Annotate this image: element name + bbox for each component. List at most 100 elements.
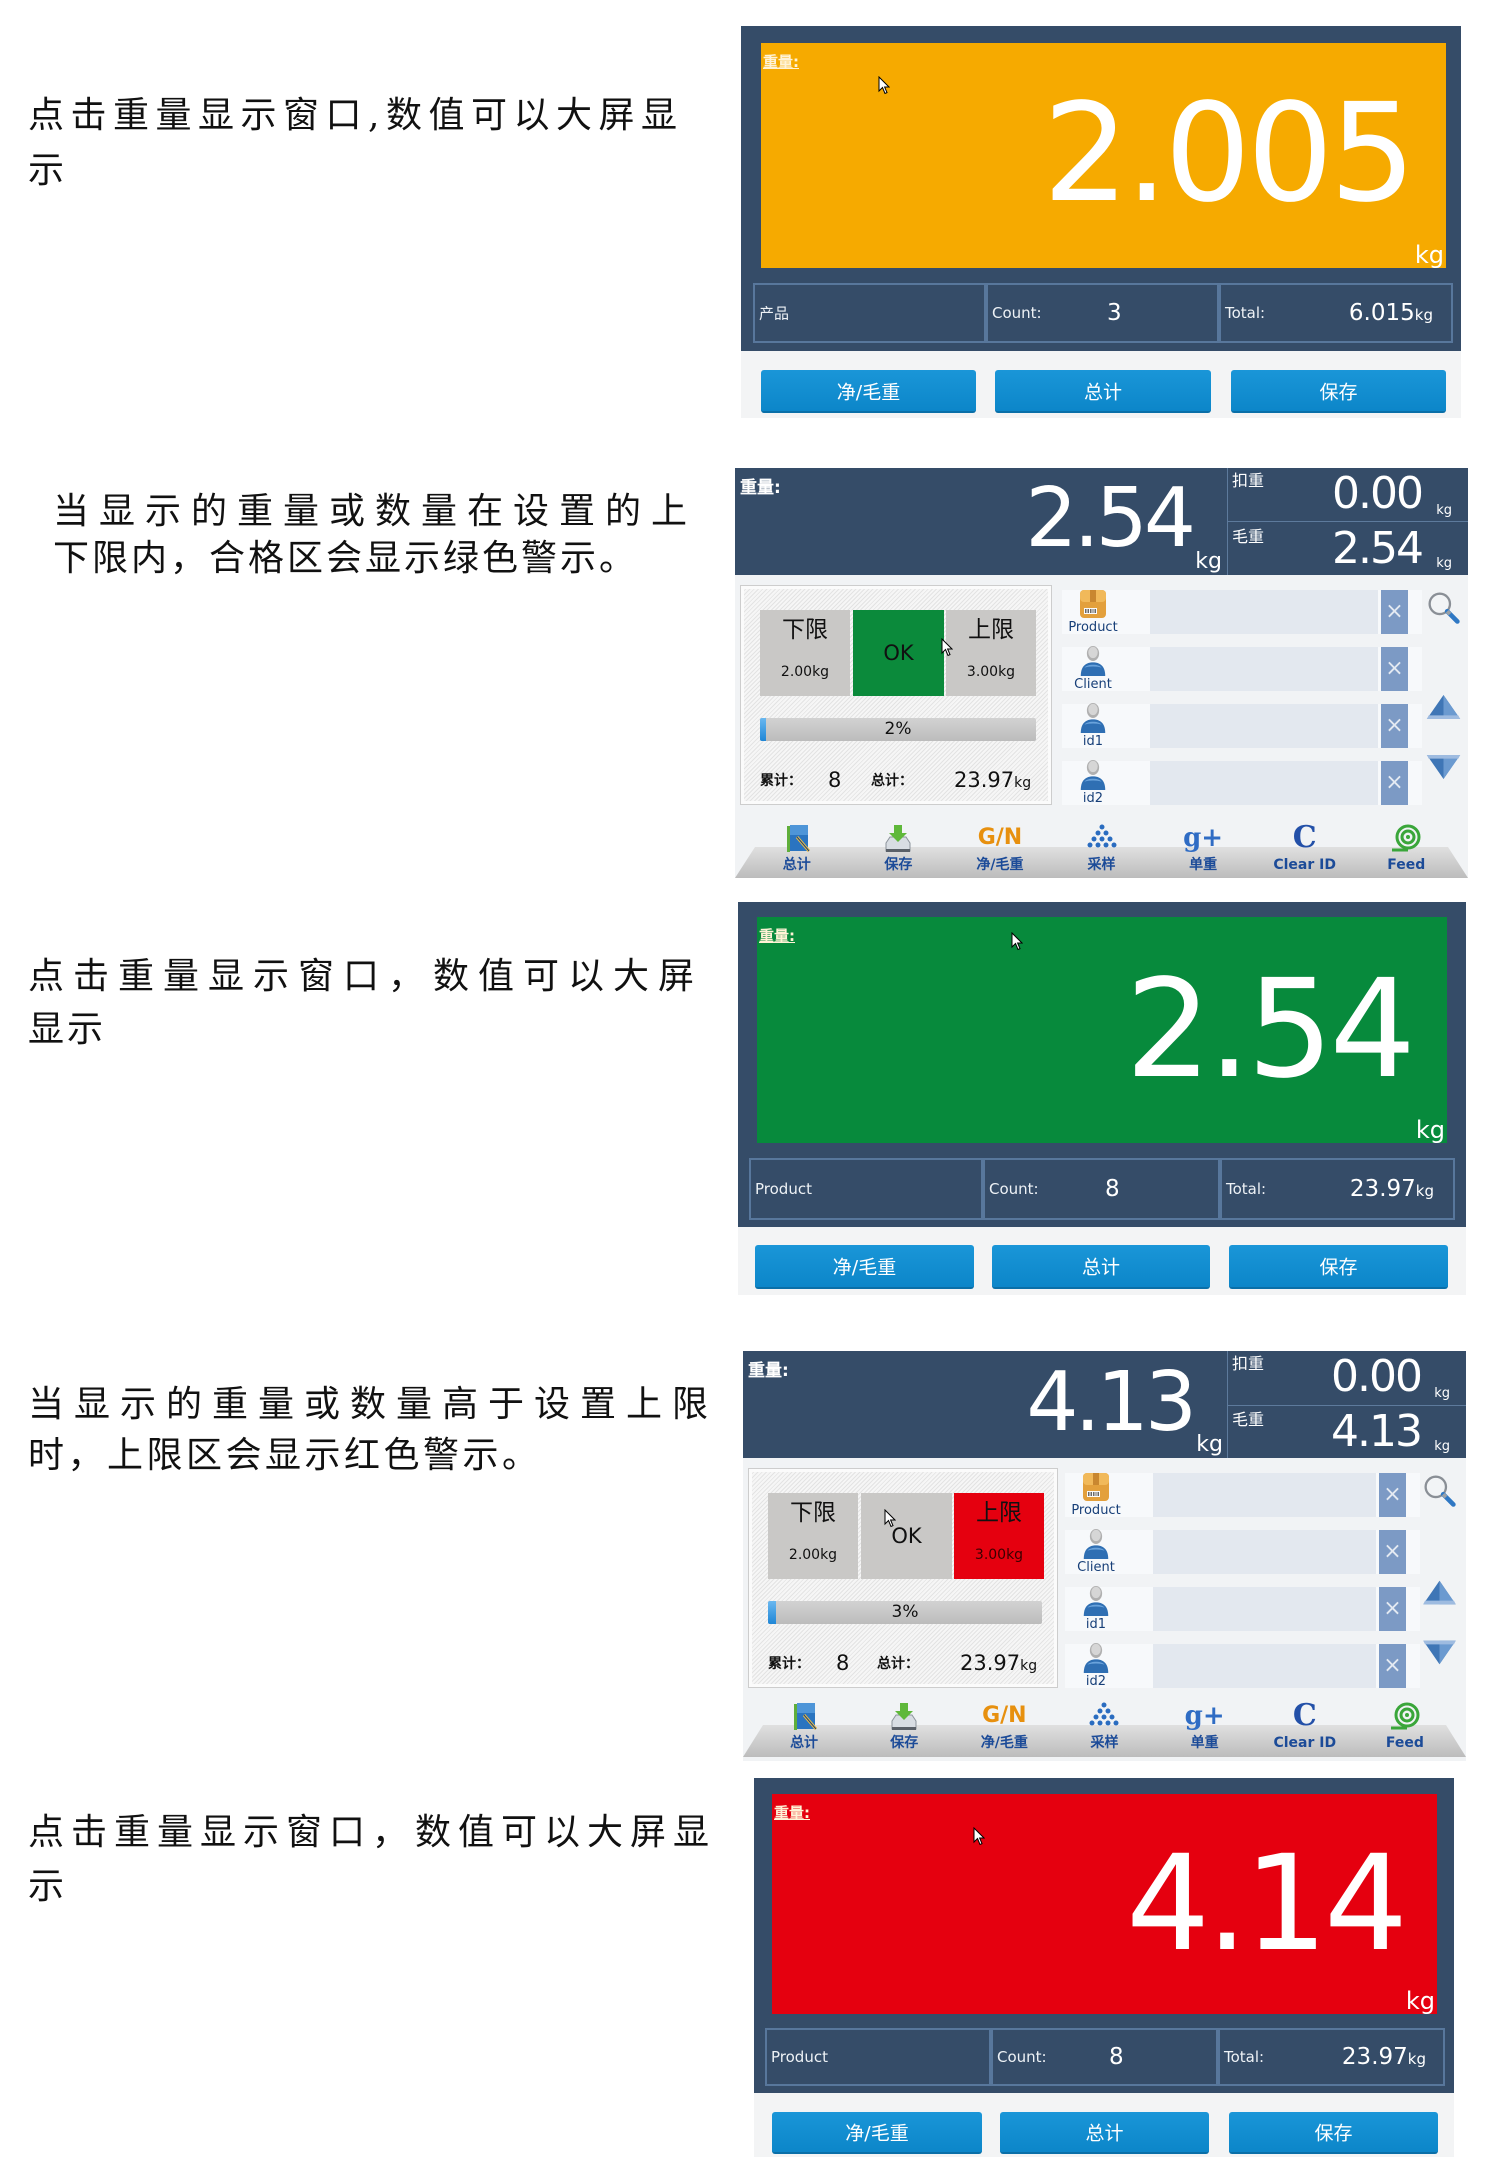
total-unit: kg: [1407, 2050, 1426, 2068]
weight-header[interactable]: 重量: 4.13 kg 扣重 0.00 kg 毛重 4.13 kg: [743, 1351, 1466, 1458]
clear-product-button[interactable]: ×: [1381, 590, 1408, 634]
net-gross-button[interactable]: 净/毛重: [761, 370, 976, 413]
total-button[interactable]: 总计: [992, 1245, 1210, 1289]
id2-select-button[interactable]: id2: [1062, 759, 1124, 807]
toolbar-net-gross-button[interactable]: G/N 净/毛重: [949, 820, 1051, 878]
scroll-down-arrow-icon[interactable]: [1425, 753, 1462, 781]
sample-dots-icon: [1086, 823, 1118, 855]
id2-select-button[interactable]: id2: [1065, 1642, 1127, 1690]
gn-icon: G/N: [982, 1703, 1027, 1728]
count-value: 8: [1105, 1176, 1120, 1202]
tare-unit: kg: [1436, 503, 1452, 518]
toolbar-sample-button[interactable]: 采样: [1054, 1698, 1154, 1756]
product-label: Product: [771, 2048, 828, 2066]
save-button[interactable]: 保存: [1231, 370, 1446, 413]
total-amount: 23.97kg: [1342, 2044, 1426, 2070]
id2-input[interactable]: [1153, 1644, 1376, 1688]
toolbar-label: 采样: [1090, 1735, 1119, 1751]
toolbar-clear-id-button[interactable]: C Clear ID: [1254, 820, 1356, 878]
net-gross-button[interactable]: 净/毛重: [755, 1245, 974, 1289]
clear-client-button[interactable]: ×: [1381, 647, 1408, 691]
close-icon: ×: [1383, 1539, 1402, 1564]
accumulated-count-value: 8: [828, 768, 842, 792]
toolbar-save-button[interactable]: 保存: [848, 820, 950, 878]
id-row-client: Client ×: [1062, 645, 1422, 693]
toolbar-net-gross-button[interactable]: G/N 净/毛重: [954, 1698, 1054, 1756]
clear-id1-button[interactable]: ×: [1379, 1587, 1406, 1631]
toolbar-clear-id-button[interactable]: C Clear ID: [1255, 1698, 1355, 1756]
info-row: Product Count: 8 Total: 23.97kg: [749, 1158, 1455, 1220]
id2-input[interactable]: [1150, 761, 1378, 805]
close-icon: ×: [1385, 599, 1404, 624]
caption-line: 点击重量显示窗口，数值可以大屏显: [28, 1812, 717, 1853]
accumulated-count-label: 累计：: [760, 773, 802, 789]
clear-id1-button[interactable]: ×: [1381, 704, 1408, 748]
id1-label: id1: [1085, 1617, 1107, 1632]
clear-id2-button[interactable]: ×: [1381, 761, 1408, 805]
toolbar-feed-button[interactable]: Feed: [1355, 820, 1457, 878]
client-select-button[interactable]: Client: [1065, 1528, 1127, 1576]
product-id-input[interactable]: [1153, 1473, 1376, 1517]
net-gross-button[interactable]: 净/毛重: [772, 2112, 982, 2154]
count-cell: Count: 8: [991, 2028, 1218, 2086]
toolbar-total-button[interactable]: 总计: [754, 1698, 854, 1756]
product-id-input[interactable]: [1150, 590, 1378, 634]
toolbar-label: Feed: [1385, 1735, 1424, 1751]
clear-product-button[interactable]: ×: [1379, 1473, 1406, 1517]
total-cell: Total: 6.015kg: [1219, 283, 1453, 343]
search-icon[interactable]: [1421, 1473, 1458, 1510]
product-select-button[interactable]: Product: [1065, 1471, 1127, 1519]
id1-user-icon: [1080, 1585, 1112, 1617]
client-id-input[interactable]: [1153, 1530, 1376, 1574]
scroll-up-arrow-icon[interactable]: [1425, 693, 1462, 721]
weight-label: 重量:: [740, 478, 781, 498]
gross-label: 毛重: [1232, 527, 1265, 546]
save-button-label: 保存: [1319, 1256, 1358, 1279]
clear-id2-button[interactable]: ×: [1379, 1644, 1406, 1688]
weight-display-window[interactable]: 重量: 2.005 kg: [761, 43, 1446, 268]
save-button[interactable]: 保存: [1229, 1245, 1448, 1289]
total-button[interactable]: 总计: [1000, 2112, 1209, 2154]
sample-dots-icon: [1088, 1701, 1120, 1733]
toolbar-unit-weight-button[interactable]: g+ 单重: [1152, 820, 1254, 878]
id1-select-button[interactable]: id1: [1065, 1585, 1127, 1633]
clear-client-button[interactable]: ×: [1379, 1530, 1406, 1574]
accumulated-total-label: 总计：: [871, 773, 913, 789]
lower-limit-value: 2.00kg: [788, 1547, 838, 1563]
toolbar-label: 保存: [890, 1735, 919, 1751]
toolbar-label: 采样: [1087, 857, 1116, 873]
toolbar-feed-button[interactable]: Feed: [1355, 1698, 1455, 1756]
toolbar-total-button[interactable]: 总计: [746, 820, 848, 878]
save-button-label: 保存: [1319, 381, 1358, 403]
upper-limit-label: 上限: [976, 1500, 1022, 1526]
product-select-button[interactable]: Product: [1062, 588, 1124, 636]
accumulated-count-label: 累计：: [768, 1656, 810, 1672]
scroll-down-arrow-icon[interactable]: [1421, 1639, 1458, 1666]
toolbar-label: Clear ID: [1273, 857, 1336, 873]
lower-limit-zone: 下限 2.00kg: [760, 610, 850, 696]
product-label: 产品: [759, 304, 790, 323]
total-button-label: 总计: [1081, 1256, 1120, 1279]
large-weight-screen-ok: 重量: 2.54 kg Product Count: 8 Total: 23.9…: [738, 902, 1466, 1295]
accumulated-count-value: 8: [836, 1651, 850, 1675]
weight-header[interactable]: 重量: 2.54 kg 扣重 0.00 kg 毛重 2.54 kg: [735, 468, 1468, 575]
caption-line: 显示: [28, 1009, 107, 1050]
toolbar-save-button[interactable]: 保存: [854, 1698, 954, 1756]
large-weight-screen-default: 重量: 2.005 kg 产品 Count: 3 Total: 6.015kg …: [741, 26, 1461, 418]
id1-input[interactable]: [1153, 1587, 1376, 1631]
product-id-label: Product: [1071, 1503, 1121, 1518]
total-button[interactable]: 总计: [995, 370, 1211, 413]
id1-input[interactable]: [1150, 704, 1378, 748]
toolbar-sample-button[interactable]: 采样: [1051, 820, 1153, 878]
weight-display-window[interactable]: 重量: 2.54 kg: [757, 917, 1447, 1143]
weight-display-window[interactable]: 重量: 4.14 kg: [772, 1794, 1437, 2014]
client-select-button[interactable]: Client: [1062, 645, 1124, 693]
client-id-input[interactable]: [1150, 647, 1378, 691]
id1-select-button[interactable]: id1: [1062, 702, 1124, 750]
save-button[interactable]: 保存: [1229, 2112, 1438, 2154]
tare-gross-panel: 扣重 0.00 kg 毛重 2.54 kg: [1227, 468, 1468, 575]
toolbar-unit-weight-button[interactable]: g+ 单重: [1155, 1698, 1255, 1756]
scroll-up-arrow-icon[interactable]: [1421, 1579, 1458, 1606]
divider: [1228, 521, 1468, 522]
search-icon[interactable]: [1425, 590, 1462, 627]
